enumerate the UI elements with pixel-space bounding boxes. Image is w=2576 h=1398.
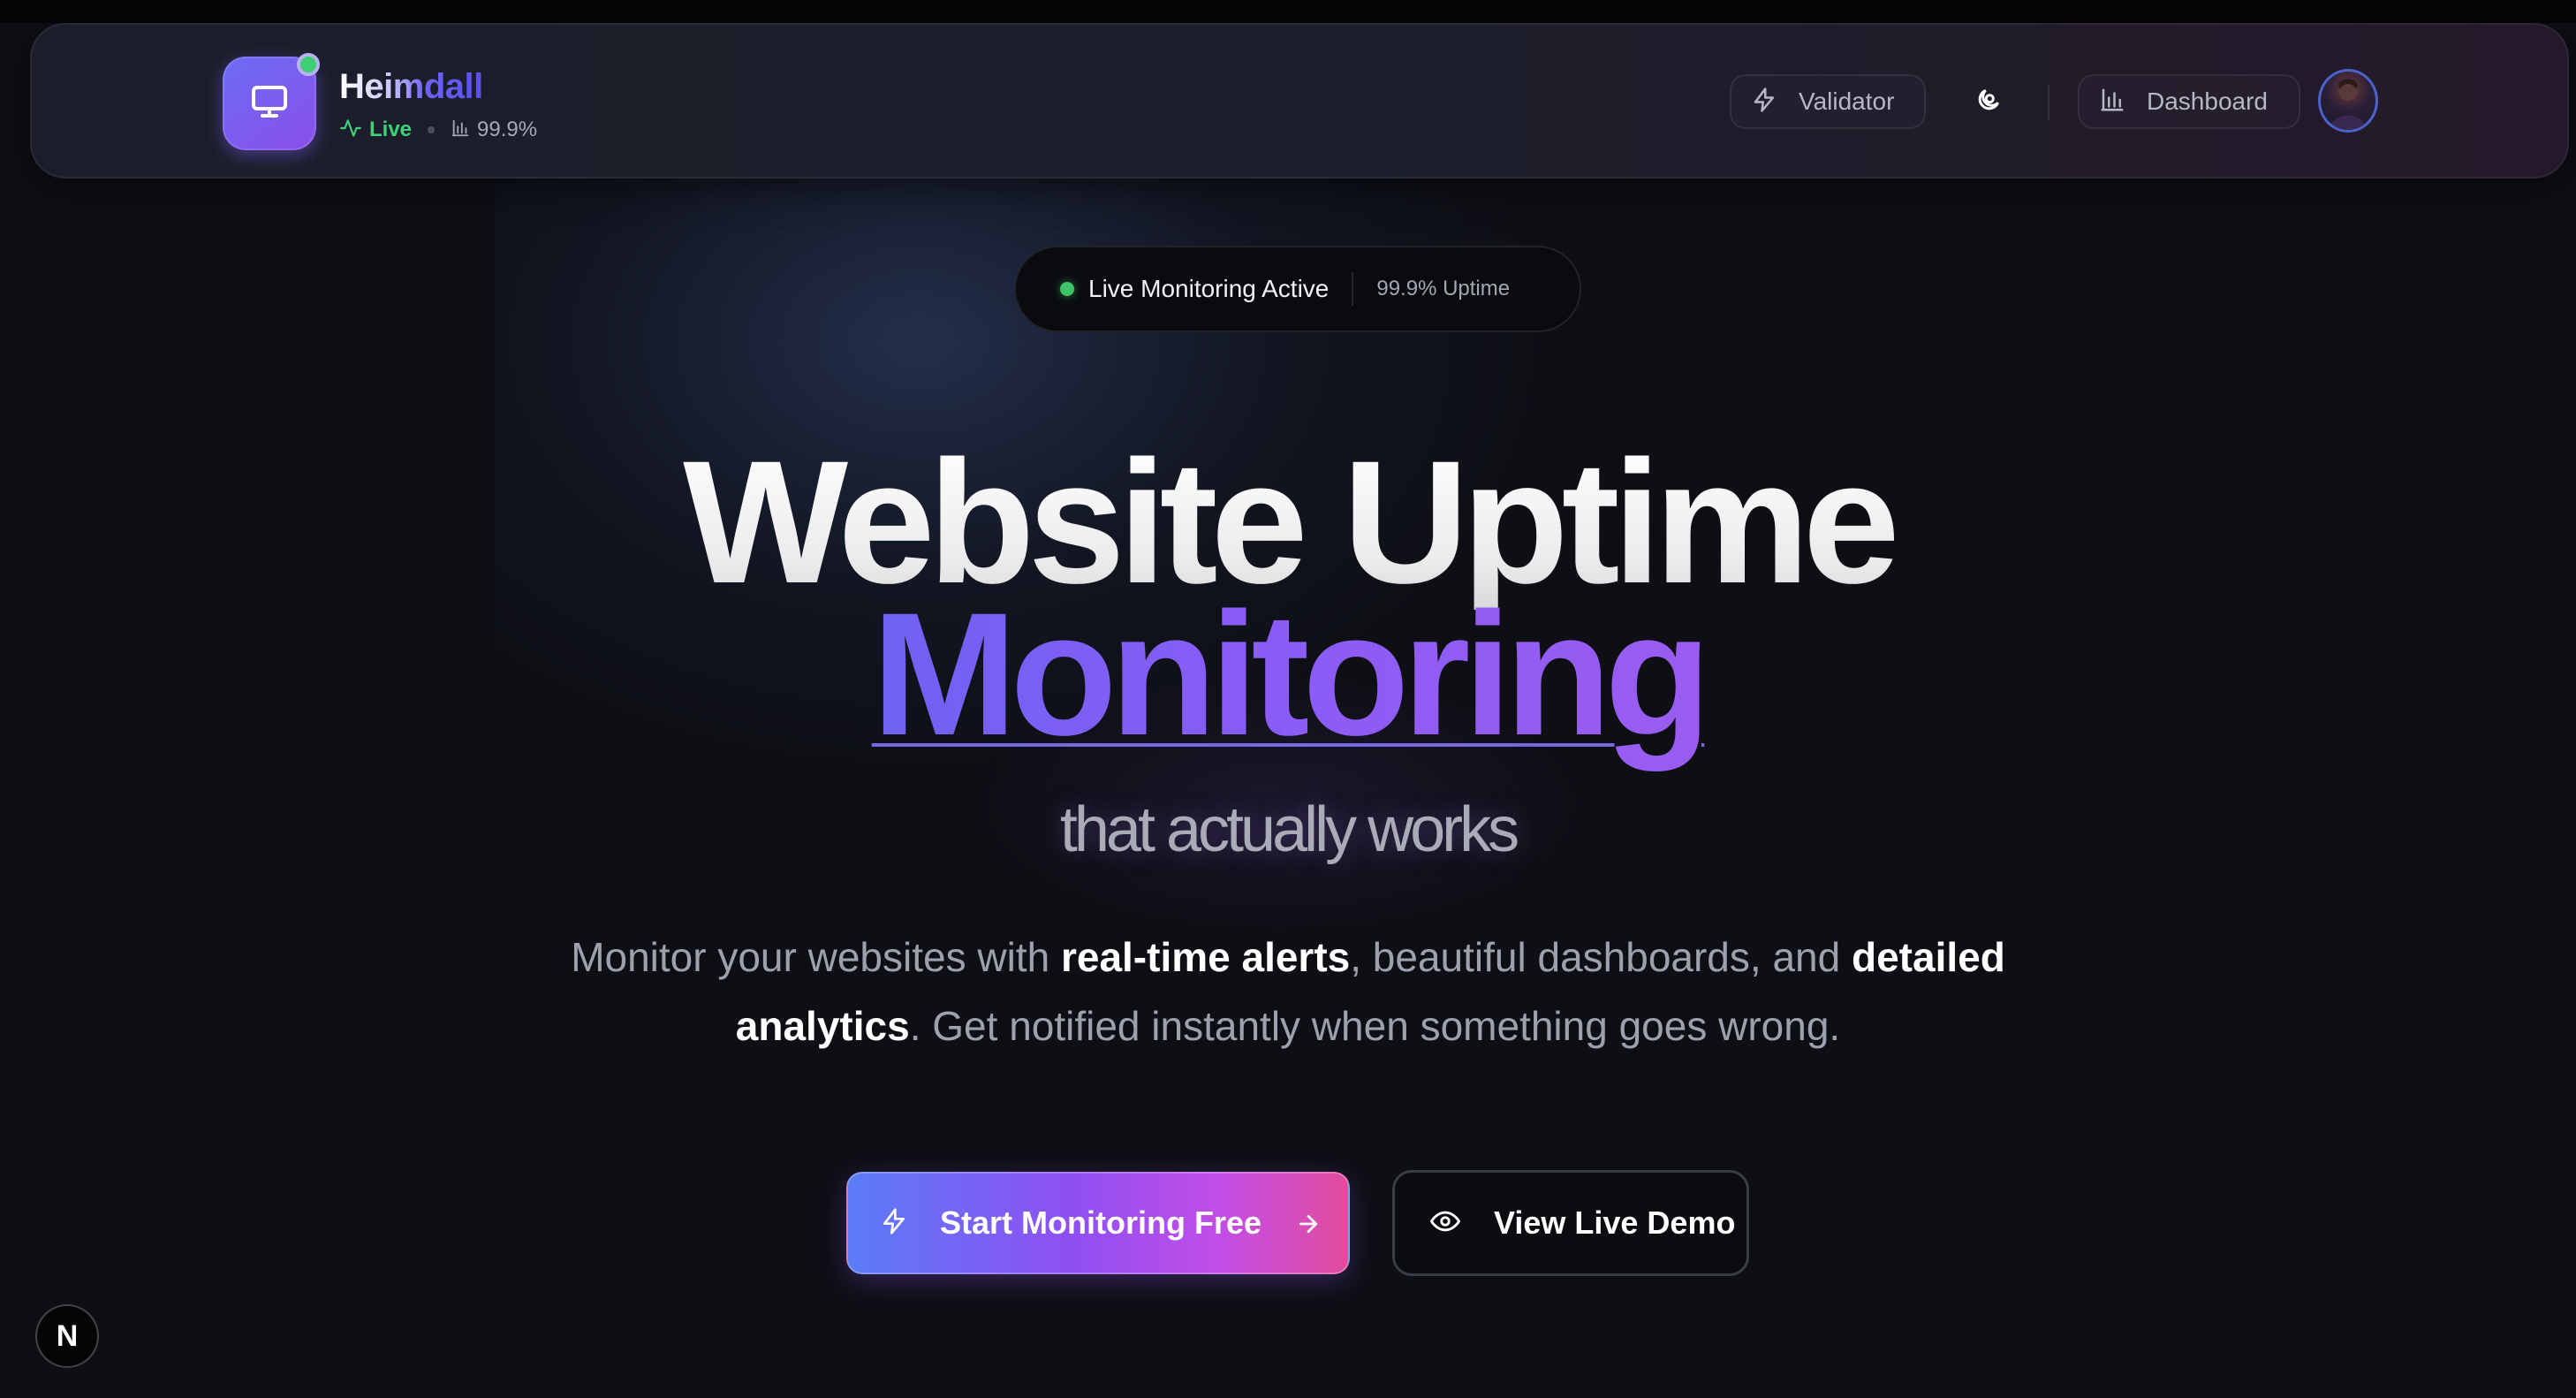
brand-name: Heimdall <box>339 67 483 106</box>
hero-title-line2-container: Monitoring <box>0 587 2576 762</box>
logo-button[interactable] <box>223 53 320 150</box>
activity-icon <box>339 117 362 144</box>
window-top-strip <box>0 0 2576 23</box>
status-pill-uptime: 99.9% Uptime <box>1376 277 1511 300</box>
validator-button[interactable]: Validator <box>1730 74 1926 129</box>
live-monitoring-badge: Live Monitoring Active 99.9% Uptime <box>1014 246 1581 332</box>
monitor-icon <box>248 80 291 127</box>
theme-toggle-button[interactable] <box>1961 74 2016 129</box>
zap-icon <box>1751 87 1777 118</box>
hero-description: Monitor your websites with real-time ale… <box>548 923 2028 1060</box>
user-avatar[interactable] <box>2318 69 2378 133</box>
hero-title-line2: Monitoring <box>871 576 1712 771</box>
desc-text-3: . Get notified instantly when something … <box>909 1003 1841 1049</box>
start-monitoring-label: Start Monitoring Free <box>940 1204 1262 1241</box>
status-pill-divider <box>1352 272 1354 306</box>
eye-icon <box>1430 1206 1460 1241</box>
status-dot <box>1060 282 1074 296</box>
separator-dot <box>428 126 436 133</box>
brand-status-row: Live 99.9% <box>339 117 537 143</box>
theme-toggle-icon <box>1974 86 2003 118</box>
zap-icon <box>880 1207 908 1240</box>
status-pill-text: Live Monitoring Active <box>1088 275 1330 302</box>
validator-label: Validator <box>1799 87 1895 115</box>
live-status-label: Live <box>369 118 413 141</box>
view-live-demo-button[interactable]: View Live Demo <box>1392 1170 1749 1276</box>
desc-text-2: , beautiful dashboards, and <box>1350 934 1852 980</box>
dashboard-label: Dashboard <box>2147 87 2268 115</box>
dashboard-button[interactable]: Dashboard <box>2078 74 2300 129</box>
online-indicator-dot <box>297 53 320 76</box>
hero-tagline: that actually works <box>1059 794 1519 865</box>
desc-text-1: Monitor your websites with <box>571 934 1061 980</box>
dev-tools-badge[interactable]: N <box>35 1304 99 1368</box>
desc-highlight-1: real-time alerts <box>1060 934 1351 980</box>
bar-chart-icon <box>2099 87 2125 118</box>
navbar: Heimdall Live 99.9% Validator Dashboard <box>30 23 2569 179</box>
bar-chart-icon <box>451 118 470 142</box>
uptime-value: 99.9% <box>477 118 538 141</box>
nav-divider <box>2048 85 2049 120</box>
arrow-right-icon <box>1295 1211 1322 1242</box>
start-monitoring-button[interactable]: Start Monitoring Free <box>846 1172 1350 1274</box>
view-live-demo-label: View Live Demo <box>1494 1204 1736 1241</box>
